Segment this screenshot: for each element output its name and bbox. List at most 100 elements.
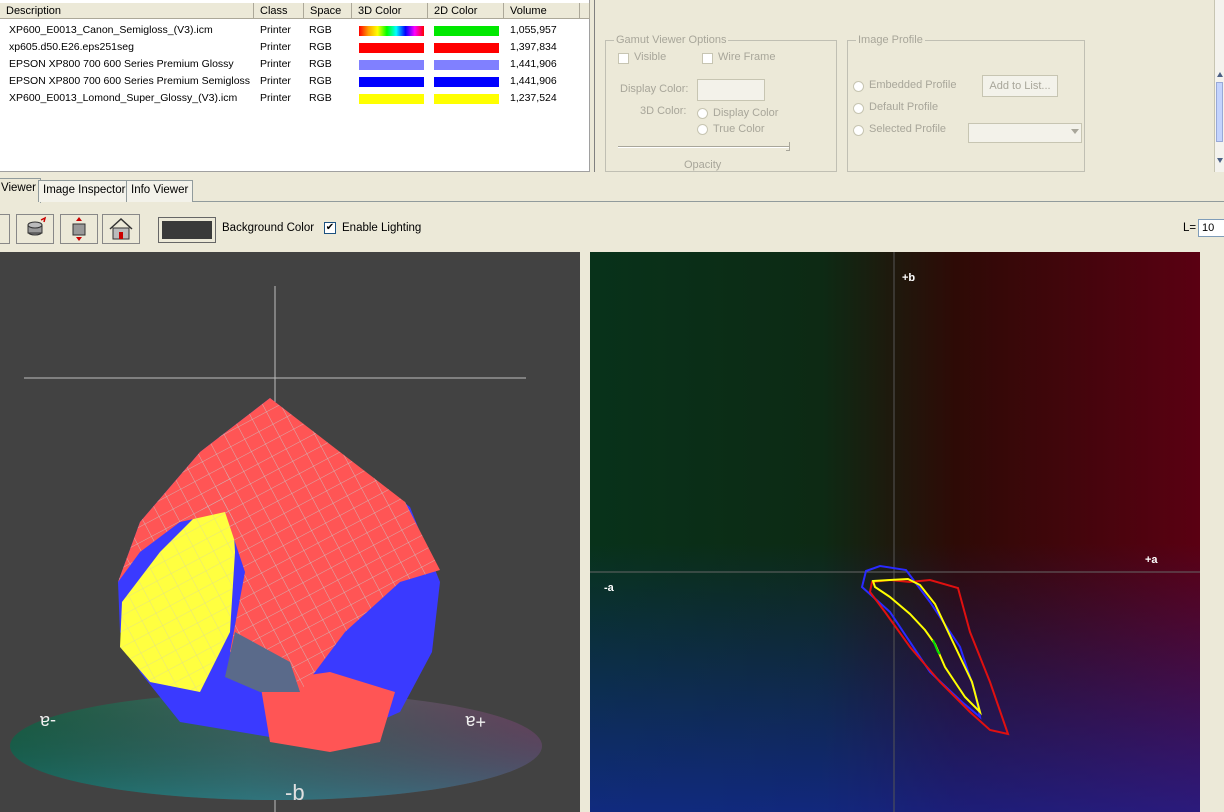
opacity-slider[interactable] (618, 146, 790, 148)
space-cell: RGB (309, 75, 332, 87)
options-panel: Gamut Viewer Options Visible Wire Frame … (594, 0, 1214, 172)
description-cell: EPSON XP800 700 600 Series Premium Gloss… (9, 58, 234, 70)
true-color-radio[interactable] (697, 124, 708, 135)
gamut-outline-green (932, 639, 941, 655)
class-cell: Printer (260, 92, 291, 104)
tab-bar: Viewer Image Inspector Info Viewer (0, 176, 1224, 203)
wire-frame-label: Wire Frame (718, 51, 776, 63)
space-cell: RGB (309, 58, 332, 70)
axis-plus-a-label: +a (464, 712, 486, 732)
space-cell: RGB (309, 24, 332, 36)
opacity-label: Opacity (684, 159, 722, 171)
class-cell: Printer (260, 41, 291, 53)
options-scrollbar[interactable] (1214, 0, 1224, 172)
table-row[interactable]: xp605.d50.E26.eps251seg Printer RGB 1,397,8… (0, 39, 590, 56)
color-2d-swatch[interactable] (434, 77, 499, 87)
viewer-toolbar: Background Color ✔ Enable Lighting L= 10 (0, 204, 1224, 250)
image-profile-group: Image Profile Embedded Profile Add to Li… (847, 34, 1085, 172)
default-profile-radio[interactable] (853, 103, 864, 114)
gamut-solid (118, 398, 440, 752)
color-3d-swatch[interactable] (359, 94, 424, 104)
table-row[interactable]: EPSON XP800 700 600 Series Premium Semig… (0, 73, 590, 90)
col-description[interactable]: Description (0, 3, 254, 19)
volume-cell: 1,055,957 (510, 24, 557, 36)
selected-profile-dropdown[interactable] (968, 123, 1082, 143)
scroll-up-icon[interactable] (1217, 72, 1223, 77)
volume-cell: 1,441,906 (510, 75, 557, 87)
selected-profile-label: Selected Profile (869, 123, 947, 135)
true-color-label: True Color (713, 123, 765, 135)
l-value-label: L= (1183, 222, 1197, 234)
home-view-button[interactable] (102, 214, 140, 244)
color-2d-swatch[interactable] (434, 43, 499, 53)
col-3d-color[interactable]: 3D Color (352, 3, 428, 19)
description-cell: XP600_E0013_Canon_Semigloss_(V3).icm (9, 24, 213, 36)
wire-frame-checkbox[interactable] (702, 53, 713, 64)
gamut-outline-red (868, 578, 1010, 736)
tool-button-0[interactable] (0, 214, 10, 244)
description-cell: xp605.d50.E26.eps251seg (9, 41, 134, 53)
display-color-radio-label: Display Color (713, 107, 779, 119)
space-cell: RGB (309, 92, 332, 104)
plus-b-label: +b (902, 272, 916, 284)
move-view-button[interactable] (60, 214, 98, 244)
profile-table: Description Class Space 3D Color 2D Colo… (0, 0, 590, 172)
color-2d-swatch[interactable] (434, 60, 499, 70)
display-color-radio[interactable] (697, 108, 708, 119)
visible-checkbox[interactable] (618, 53, 629, 64)
color-3d-swatch[interactable] (359, 60, 424, 70)
class-cell: Printer (260, 75, 291, 87)
rotate-view-button[interactable] (16, 214, 54, 244)
rotate-cube-icon (27, 216, 47, 236)
volume-cell: 1,441,906 (510, 58, 557, 70)
color-2d-swatch[interactable] (434, 26, 499, 36)
3d-color-label: 3D Color: (640, 105, 687, 117)
col-volume[interactable]: Volume (504, 3, 580, 19)
tab-viewer[interactable]: Viewer (0, 178, 41, 203)
display-color-button[interactable] (697, 79, 765, 101)
opacity-slider-thumb[interactable] (786, 142, 790, 151)
enable-lighting-checkbox[interactable]: ✔ (324, 222, 336, 234)
background-color-label: Background Color (222, 222, 315, 234)
gamut-2d-canvas[interactable] (590, 252, 1200, 812)
color-3d-swatch[interactable] (359, 77, 424, 87)
class-cell: Printer (260, 24, 291, 36)
home-icon (109, 217, 133, 240)
color-3d-swatch[interactable] (359, 26, 424, 36)
class-cell: Printer (260, 58, 291, 70)
gamut-viewer-app: Description Class Space 3D Color 2D Colo… (0, 0, 1224, 812)
chevron-down-icon (1071, 129, 1079, 134)
table-row[interactable]: XP600_E0013_Canon_Semigloss_(V3).icm Prin… (0, 22, 590, 39)
col-space[interactable]: Space (304, 3, 352, 19)
l-value-input[interactable]: 10 (1198, 219, 1224, 237)
volume-cell: 1,397,834 (510, 41, 557, 53)
color-2d-swatch[interactable] (434, 94, 499, 104)
embedded-profile-label: Embedded Profile (869, 79, 957, 91)
col-2d-color[interactable]: 2D Color (428, 3, 504, 19)
gamut-2d-view[interactable]: +b -a +a (590, 252, 1200, 812)
background-color-button[interactable] (158, 217, 216, 243)
gamut-3d-canvas[interactable]: -a +a -b (0, 252, 580, 812)
gamut-3d-view[interactable]: -a +a -b (0, 252, 580, 812)
selected-profile-radio[interactable] (853, 125, 864, 136)
axis-minus-a-label: -a (39, 712, 56, 732)
volume-cell: 1,237,524 (510, 92, 557, 104)
scroll-down-icon[interactable] (1217, 158, 1223, 163)
embedded-profile-radio[interactable] (853, 81, 864, 92)
visible-label: Visible (634, 51, 667, 63)
display-color-label: Display Color: (620, 83, 689, 95)
tab-info-viewer[interactable]: Info Viewer (126, 180, 194, 202)
color-3d-swatch[interactable] (359, 43, 424, 53)
tab-image-inspector[interactable]: Image Inspector (38, 180, 131, 202)
scroll-thumb[interactable] (1216, 82, 1223, 142)
add-to-list-button[interactable]: Add to List... (982, 75, 1058, 97)
table-row[interactable]: EPSON XP800 700 600 Series Premium Gloss… (0, 56, 590, 73)
default-profile-label: Default Profile (869, 101, 939, 113)
axis-minus-b-label: -b (285, 780, 305, 805)
table-row[interactable]: XP600_E0013_Lomond_Super_Glossy_(V3).icm… (0, 90, 590, 107)
move-arrows-icon (72, 217, 86, 241)
col-spacer (580, 3, 590, 19)
space-cell: RGB (309, 41, 332, 53)
col-class[interactable]: Class (254, 3, 304, 19)
image-profile-legend: Image Profile (856, 34, 925, 46)
